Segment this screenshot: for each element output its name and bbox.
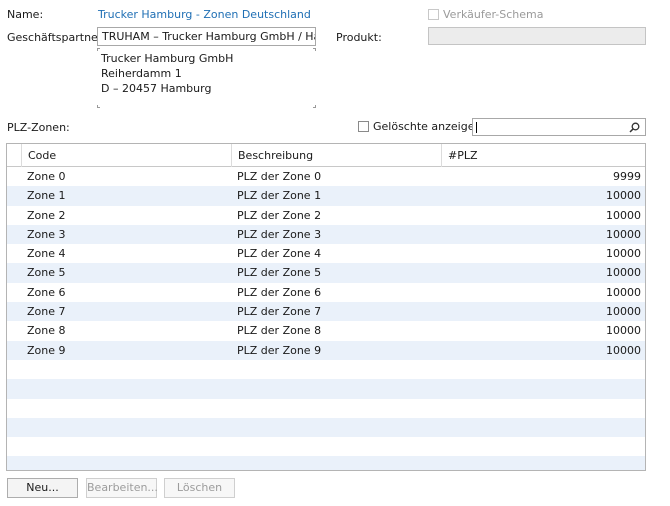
- table-row[interactable]: Zone 6 PLZ der Zone 6 10000: [7, 283, 645, 302]
- cell-plz-count: 10000: [606, 247, 641, 261]
- cell-plz-count: 10000: [606, 343, 641, 357]
- table-row[interactable]: Zone 5 PLZ der Zone 5 10000: [7, 263, 645, 283]
- partner-address: Trucker Hamburg GmbH Reiherdamm 1 D – 20…: [97, 48, 316, 108]
- address-line-1: Trucker Hamburg GmbH: [101, 52, 234, 65]
- empty-row: [7, 360, 645, 379]
- name-label: Name:: [7, 8, 44, 21]
- cell-code: Zone 0: [27, 170, 66, 183]
- table-row[interactable]: Zone 0 PLZ der Zone 0 9999: [7, 167, 645, 186]
- cell-description: PLZ der Zone 3: [237, 227, 322, 241]
- table-row[interactable]: Zone 1 PLZ der Zone 1 10000: [7, 186, 645, 206]
- show-deleted-checkbox[interactable]: Gelöschte anzeigen: [358, 120, 481, 133]
- zones-label: PLZ-Zonen:: [7, 121, 70, 134]
- table-row[interactable]: Zone 4 PLZ der Zone 4 10000: [7, 244, 645, 263]
- cell-plz-count: 10000: [606, 208, 641, 222]
- table-header: Code Beschreibung #PLZ: [7, 144, 645, 167]
- partner-field[interactable]: TRUHAM – Trucker Hamburg GmbH / Hamburg: [97, 27, 316, 46]
- product-field: [428, 27, 646, 45]
- zones-table[interactable]: Code Beschreibung #PLZ Zone 0 PLZ der Zon…: [6, 143, 646, 471]
- address-line-3: D – 20457 Hamburg: [101, 82, 212, 95]
- cell-description: PLZ der Zone 4: [237, 247, 322, 261]
- cell-description: PLZ der Zone 1: [237, 189, 322, 203]
- cell-plz-count: 10000: [606, 324, 641, 338]
- partner-label: Geschäftspartner:: [7, 31, 106, 44]
- empty-row: [7, 379, 645, 399]
- cell-description: PLZ der Zone 7: [237, 305, 322, 319]
- show-deleted-label: Gelöschte anzeigen: [373, 120, 482, 133]
- vendor-schema-label: Verkäufer-Schema: [443, 8, 544, 21]
- column-header-plz-count[interactable]: #PLZ: [441, 144, 645, 167]
- vendor-schema-checkbox: Verkäufer-Schema: [428, 8, 544, 21]
- delete-button[interactable]: Löschen: [164, 478, 235, 498]
- column-header-description[interactable]: Beschreibung: [231, 144, 441, 167]
- empty-row: [7, 437, 645, 456]
- search-input[interactable]: [472, 118, 646, 136]
- text-caret: [476, 122, 477, 133]
- empty-row: [7, 399, 645, 418]
- cell-description: PLZ der Zone 0: [237, 170, 322, 183]
- cell-code: Zone 4: [27, 247, 66, 261]
- empty-row: [7, 417, 645, 438]
- cell-code: Zone 7: [27, 305, 66, 319]
- cell-plz-count: 10000: [606, 266, 641, 280]
- cell-plz-count: 10000: [606, 305, 641, 319]
- checkbox-icon: [428, 9, 439, 20]
- cell-description: PLZ der Zone 6: [237, 285, 322, 299]
- cell-code: Zone 9: [27, 343, 66, 357]
- checkbox-icon[interactable]: [358, 121, 369, 132]
- new-button[interactable]: Neu...: [7, 478, 78, 498]
- cell-plz-count: 10000: [606, 285, 641, 299]
- cell-code: Zone 6: [27, 285, 66, 299]
- name-value[interactable]: Trucker Hamburg - Zonen Deutschland: [98, 8, 311, 21]
- cell-description: PLZ der Zone 8: [237, 324, 322, 338]
- table-row[interactable]: Zone 7 PLZ der Zone 7 10000: [7, 302, 645, 322]
- table-row[interactable]: Zone 8 PLZ der Zone 8 10000: [7, 321, 645, 340]
- cell-code: Zone 8: [27, 324, 66, 338]
- cell-description: PLZ der Zone 5: [237, 266, 322, 280]
- cell-code: Zone 1: [27, 189, 66, 203]
- table-row[interactable]: Zone 3 PLZ der Zone 3 10000: [7, 224, 645, 245]
- cell-code: Zone 3: [27, 227, 66, 241]
- product-label: Produkt:: [336, 31, 382, 44]
- search-icon[interactable]: [629, 122, 640, 133]
- table-body: Zone 0 PLZ der Zone 0 9999 Zone 1 PLZ der Zo…: [7, 167, 645, 470]
- cell-code: Zone 5: [27, 266, 66, 280]
- cell-plz-count: 9999: [613, 170, 641, 183]
- address-line-2: Reiherdamm 1: [101, 67, 182, 80]
- edit-button[interactable]: Bearbeiten...: [86, 478, 158, 498]
- column-header-code[interactable]: Code: [21, 144, 231, 167]
- cell-code: Zone 2: [27, 208, 66, 222]
- table-row[interactable]: Zone 2 PLZ der Zone 2 10000: [7, 206, 645, 225]
- cell-description: PLZ der Zone 9: [237, 343, 322, 357]
- cell-plz-count: 10000: [606, 227, 641, 241]
- cell-plz-count: 10000: [606, 189, 641, 203]
- cell-description: PLZ der Zone 2: [237, 208, 322, 222]
- table-row[interactable]: Zone 9 PLZ der Zone 9 10000: [7, 340, 645, 360]
- empty-row: [7, 456, 645, 470]
